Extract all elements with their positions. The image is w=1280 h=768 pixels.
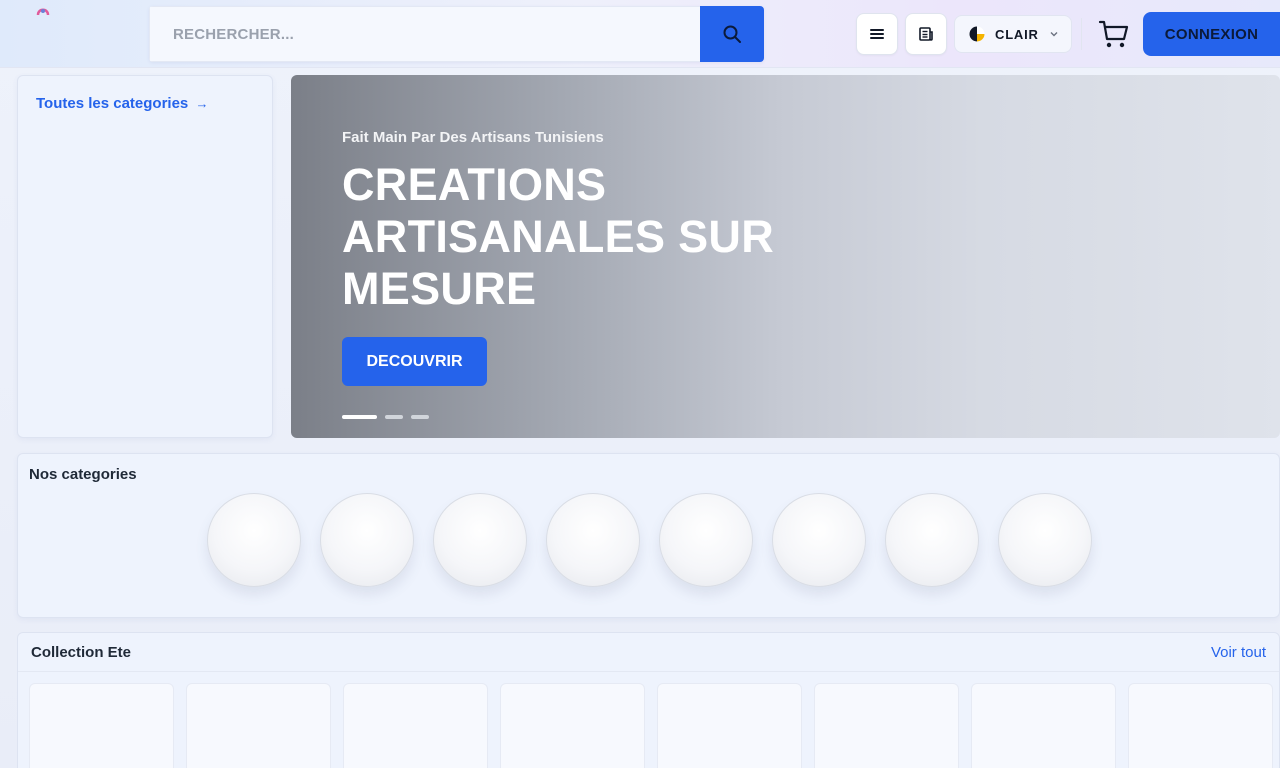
- carousel-dot[interactable]: [411, 415, 429, 419]
- carousel-dot[interactable]: [385, 415, 403, 419]
- menu-icon: [870, 29, 884, 39]
- search-button[interactable]: [700, 6, 764, 62]
- collection-header: Collection Ete Voir tout: [18, 633, 1279, 672]
- all-categories-label: Toutes les categories: [36, 95, 189, 112]
- discover-button[interactable]: DECOUVRIR: [342, 337, 487, 386]
- product-card[interactable]: [1128, 683, 1273, 768]
- top-header: CLAIR CONNEXION: [0, 0, 1280, 68]
- categories-sidebar: Toutes les categories →: [17, 75, 273, 438]
- categories-section: Nos categories: [17, 453, 1280, 618]
- collection-title: Collection Ete: [31, 644, 132, 661]
- category-list: [207, 493, 1092, 587]
- category-item[interactable]: [320, 493, 414, 587]
- category-item[interactable]: [433, 493, 527, 587]
- see-all-link[interactable]: Voir tout: [1211, 644, 1266, 661]
- search-icon: [723, 25, 741, 43]
- menu-button[interactable]: [856, 13, 898, 55]
- category-item[interactable]: [772, 493, 866, 587]
- carousel-dots: [342, 415, 429, 419]
- product-card[interactable]: [814, 683, 959, 768]
- product-card[interactable]: [29, 683, 174, 768]
- product-card[interactable]: [343, 683, 488, 768]
- search-bar: [149, 6, 764, 62]
- hero-banner: Fait Main Par Des Artisans Tunisiens CRE…: [291, 75, 1280, 438]
- newspaper-icon: [919, 27, 933, 41]
- header-divider: [1081, 18, 1082, 50]
- category-item[interactable]: [659, 493, 753, 587]
- category-item[interactable]: [998, 493, 1092, 587]
- carousel-dot[interactable]: [342, 415, 377, 419]
- cart-icon: [1098, 20, 1129, 48]
- chevron-down-icon: [1050, 32, 1058, 37]
- theme-icon: [969, 26, 985, 42]
- product-card[interactable]: [500, 683, 645, 768]
- category-item[interactable]: [207, 493, 301, 587]
- product-card[interactable]: [657, 683, 802, 768]
- categories-title: Nos categories: [29, 466, 137, 483]
- category-item[interactable]: [546, 493, 640, 587]
- theme-toggle[interactable]: CLAIR: [954, 15, 1072, 53]
- product-card[interactable]: [186, 683, 331, 768]
- arrow-right-icon: →: [195, 96, 209, 111]
- product-list: [29, 683, 1273, 768]
- logo-icon: [36, 8, 50, 16]
- hero-title: CREATIONS ARTISANALES SUR MESURE: [342, 159, 775, 314]
- all-categories-link[interactable]: Toutes les categories →: [36, 95, 208, 112]
- news-button[interactable]: [905, 13, 947, 55]
- search-input[interactable]: [149, 6, 700, 62]
- cart-button[interactable]: [1097, 17, 1131, 51]
- login-button[interactable]: CONNEXION: [1143, 12, 1280, 56]
- summer-collection-section: Collection Ete Voir tout: [17, 632, 1280, 768]
- category-item[interactable]: [885, 493, 979, 587]
- theme-label: CLAIR: [995, 26, 1039, 42]
- product-card[interactable]: [971, 683, 1116, 768]
- hero-subtitle: Fait Main Par Des Artisans Tunisiens: [342, 129, 604, 146]
